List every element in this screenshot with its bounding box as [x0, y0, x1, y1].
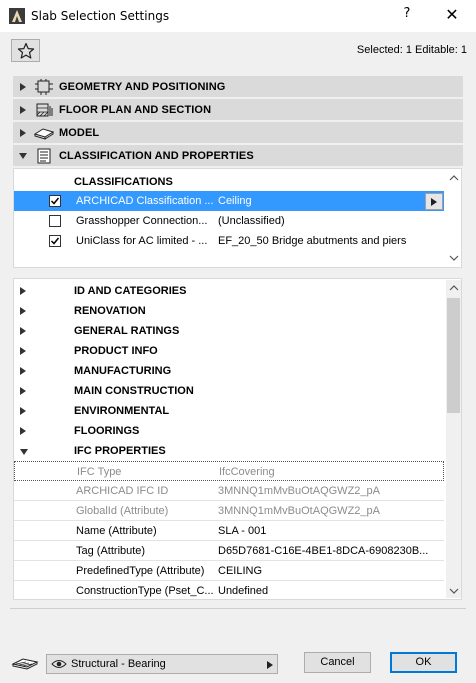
- property-name: ARCHICAD IFC ID: [76, 485, 169, 497]
- triangle-right-icon: [13, 105, 33, 114]
- property-name: PredefinedType (Attribute): [76, 565, 205, 577]
- panel-label: FLOOR PLAN AND SECTION: [59, 103, 212, 116]
- layer-dropdown[interactable]: Structural - Bearing: [46, 654, 278, 674]
- triangle-right-icon: [267, 660, 273, 672]
- star-icon: [17, 42, 34, 59]
- classification-system-name: Grasshopper Connection...: [76, 215, 208, 227]
- property-name: IFC Type: [77, 466, 122, 478]
- property-row-ifc-type[interactable]: IFC Type IfcCovering: [14, 461, 444, 481]
- property-group-id-and-categories[interactable]: ID AND CATEGORIES: [14, 281, 444, 301]
- triangle-right-icon: [431, 197, 437, 206]
- triangle-right-icon: [20, 306, 26, 318]
- classification-checkbox[interactable]: [49, 215, 61, 227]
- property-group-label: MANUFACTURING: [74, 365, 172, 377]
- triangle-right-icon: [13, 128, 33, 137]
- panel-label: CLASSIFICATION AND PROPERTIES: [59, 149, 254, 162]
- divider: [10, 608, 466, 609]
- property-row-tag[interactable]: Tag (Attribute) D65D7681-C16E-4BE1-8DCA-…: [14, 541, 444, 561]
- eye-icon: [51, 658, 67, 673]
- triangle-right-icon: [20, 346, 26, 358]
- window-title: Slab Selection Settings: [31, 9, 170, 23]
- property-name: ConstructionType (Pset_C...: [76, 585, 214, 597]
- cancel-button[interactable]: Cancel: [304, 652, 371, 673]
- properties-scrollbar-thumb[interactable]: [447, 298, 460, 413]
- property-row-constructiontype[interactable]: ConstructionType (Pset_C... Undefined: [14, 581, 444, 601]
- property-value[interactable]: Undefined: [218, 585, 440, 597]
- geometry-icon: [33, 78, 55, 96]
- floor-plan-icon: [33, 101, 55, 119]
- property-group-label: ENVIRONMENTAL: [74, 405, 170, 417]
- triangle-right-icon: [20, 426, 26, 438]
- archicad-app-icon: [9, 8, 25, 24]
- classification-value: EF_20_50 Bridge abutments and piers: [218, 235, 407, 247]
- triangle-right-icon: [13, 82, 33, 91]
- property-group-label: RENOVATION: [74, 305, 146, 317]
- property-name: Tag (Attribute): [76, 545, 146, 557]
- panel-classification-and-properties[interactable]: CLASSIFICATION AND PROPERTIES: [13, 145, 463, 166]
- property-name: GlobalId (Attribute): [76, 505, 169, 517]
- triangle-down-icon: [20, 446, 28, 458]
- triangle-down-icon: [13, 152, 33, 159]
- property-value[interactable]: SLA - 001: [218, 525, 440, 537]
- layer-value: Structural - Bearing: [71, 658, 166, 670]
- classification-value: Ceiling: [218, 195, 252, 207]
- property-row-archicad-ifc-id[interactable]: ARCHICAD IFC ID 3MNNQ1mMvBuOtAQGWZ2_pA: [14, 481, 444, 501]
- classification-system-name: UniClass for AC limited - ...: [76, 235, 208, 247]
- property-value: 3MNNQ1mMvBuOtAQGWZ2_pA: [218, 485, 380, 497]
- panel-model[interactable]: MODEL: [13, 122, 463, 143]
- classification-value: (Unclassified): [218, 215, 285, 227]
- classification-checkbox[interactable]: [49, 235, 61, 247]
- triangle-right-icon: [20, 406, 26, 418]
- classification-row-grasshopper[interactable]: Grasshopper Connection... (Unclassified): [14, 211, 444, 231]
- triangle-right-icon: [20, 326, 26, 338]
- property-value[interactable]: CEILING: [218, 565, 440, 577]
- help-button[interactable]: ?: [400, 6, 414, 26]
- panel-label: MODEL: [59, 126, 100, 139]
- property-group-label: PRODUCT INFO: [74, 345, 158, 357]
- property-group-label: MAIN CONSTRUCTION: [74, 385, 194, 397]
- favorites-button[interactable]: [11, 39, 40, 62]
- property-group-renovation[interactable]: RENOVATION: [14, 301, 444, 321]
- property-group-label: FLOORINGS: [74, 425, 140, 437]
- property-name: Name (Attribute): [76, 525, 157, 537]
- triangle-right-icon: [20, 286, 26, 298]
- scroll-up-arrow-icon[interactable]: [448, 172, 460, 184]
- scroll-down-arrow-icon[interactable]: [448, 585, 460, 600]
- property-group-ifc-properties[interactable]: IFC PROPERTIES: [14, 441, 444, 461]
- property-group-floorings[interactable]: FLOORINGS: [14, 421, 444, 441]
- classification-icon: [33, 147, 55, 165]
- classification-row-archicad[interactable]: ARCHICAD Classification ... Ceiling: [14, 191, 444, 211]
- layer-icon: [11, 652, 39, 672]
- classification-row-uniclass[interactable]: UniClass for AC limited - ... EF_20_50 B…: [14, 231, 444, 251]
- selection-count: Selected: 1 Editable: 1: [356, 44, 467, 56]
- property-group-product-info[interactable]: PRODUCT INFO: [14, 341, 444, 361]
- close-button[interactable]: ✕: [443, 5, 461, 25]
- panel-geometry-and-positioning[interactable]: GEOMETRY AND POSITIONING: [13, 76, 463, 97]
- triangle-right-icon: [20, 386, 26, 398]
- property-group-environmental[interactable]: ENVIRONMENTAL: [14, 401, 444, 421]
- classifications-header: CLASSIFICATIONS: [74, 176, 173, 188]
- property-group-label: IFC PROPERTIES: [74, 445, 166, 457]
- property-group-general-ratings[interactable]: GENERAL RATINGS: [14, 321, 444, 341]
- property-value: IfcCovering: [219, 466, 275, 478]
- classification-picker-button[interactable]: [425, 193, 443, 210]
- property-group-label: GENERAL RATINGS: [74, 325, 180, 337]
- model-icon: [33, 124, 55, 142]
- triangle-right-icon: [20, 366, 26, 378]
- property-group-main-construction[interactable]: MAIN CONSTRUCTION: [14, 381, 444, 401]
- property-value[interactable]: D65D7681-C16E-4BE1-8DCA-6908230B...: [218, 545, 440, 557]
- property-row-globalid[interactable]: GlobalId (Attribute) 3MNNQ1mMvBuOtAQGWZ2…: [14, 501, 444, 521]
- classification-system-name: ARCHICAD Classification ...: [76, 195, 214, 207]
- ok-button[interactable]: OK: [390, 652, 457, 673]
- property-row-predefinedtype[interactable]: PredefinedType (Attribute) CEILING: [14, 561, 444, 581]
- classification-checkbox[interactable]: [49, 195, 61, 207]
- property-value: 3MNNQ1mMvBuOtAQGWZ2_pA: [218, 505, 380, 517]
- panel-floor-plan-and-section[interactable]: FLOOR PLAN AND SECTION: [13, 99, 463, 120]
- property-row-name[interactable]: Name (Attribute) SLA - 001: [14, 521, 444, 541]
- property-group-manufacturing[interactable]: MANUFACTURING: [14, 361, 444, 381]
- property-group-label: ID AND CATEGORIES: [74, 285, 187, 297]
- panel-label: GEOMETRY AND POSITIONING: [59, 80, 226, 93]
- scroll-down-arrow-icon[interactable]: [448, 252, 460, 264]
- scroll-up-arrow-icon[interactable]: [448, 282, 460, 297]
